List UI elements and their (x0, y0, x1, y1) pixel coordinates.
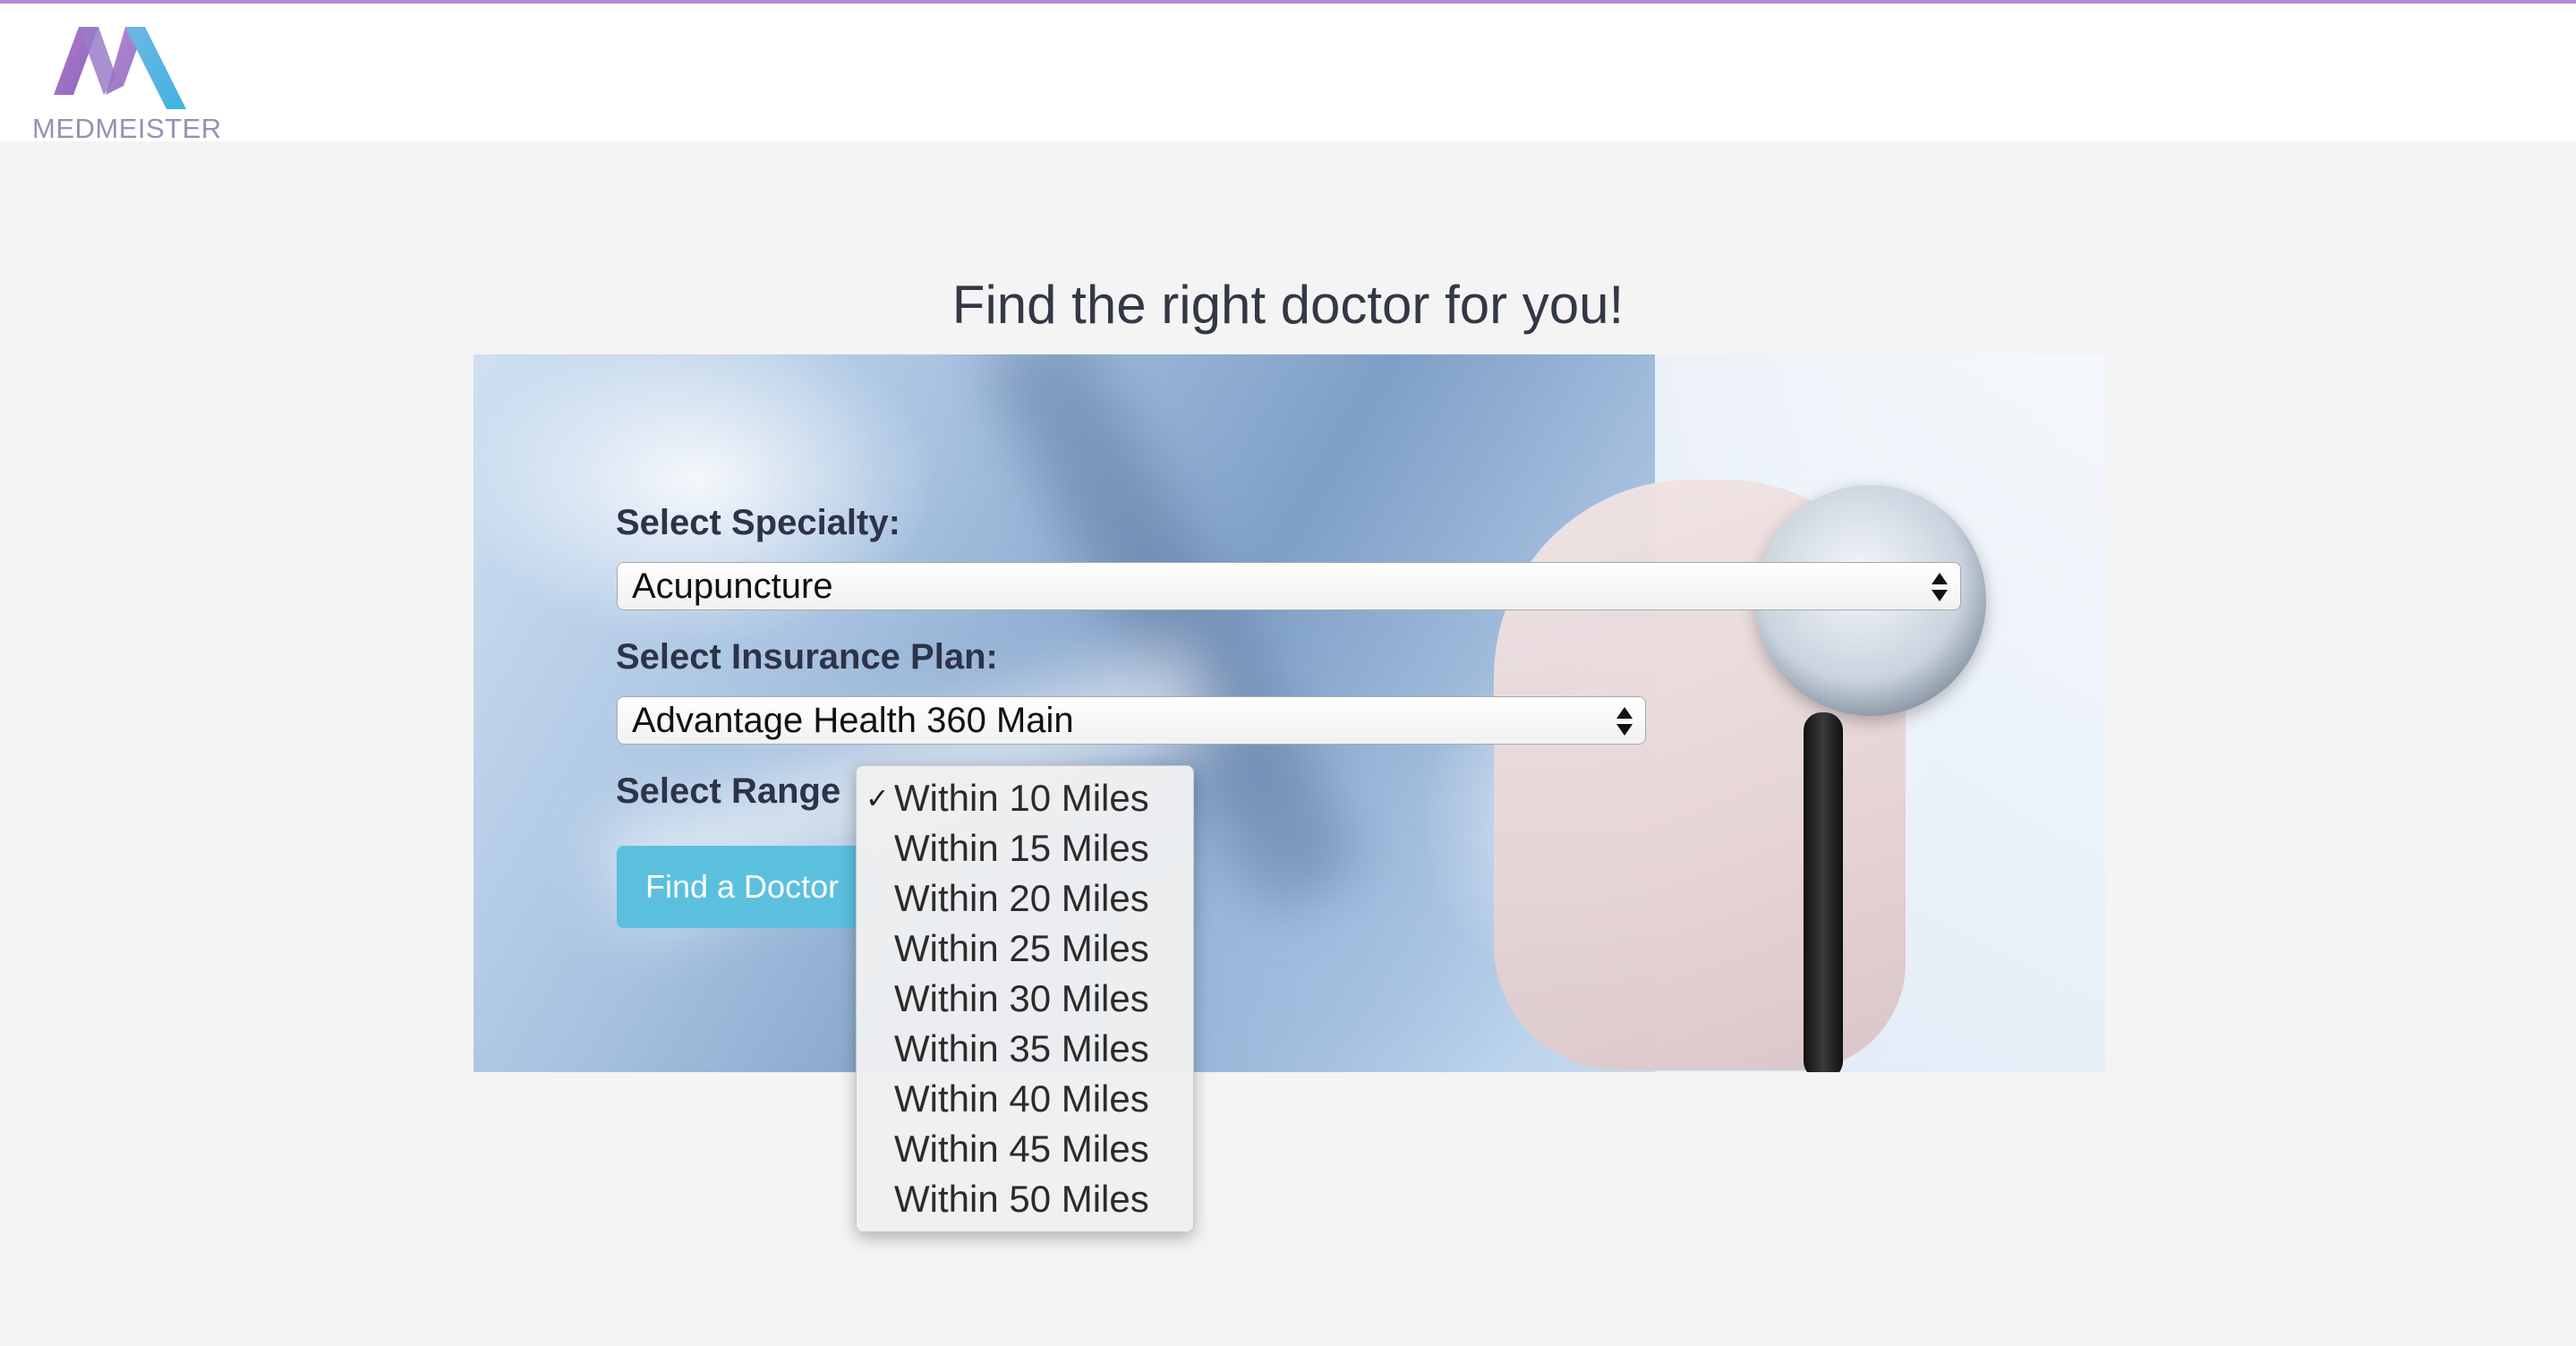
checkmark-icon: ✓ (866, 782, 890, 814)
range-option[interactable]: Within 20 Miles (857, 873, 1193, 924)
range-dropdown-menu[interactable]: ✓ Within 10 Miles Within 15 Miles Within 20… (856, 765, 1194, 1232)
range-option-label: Within 25 Miles (894, 927, 1149, 969)
range-option[interactable]: Within 30 Miles (857, 974, 1193, 1024)
insurance-label: Select Insurance Plan: (616, 637, 998, 677)
top-header: MEDMEISTER (0, 0, 2576, 144)
select-arrows-icon (1932, 573, 1948, 601)
range-option[interactable]: Within 25 Miles (857, 924, 1193, 974)
find-doctor-button[interactable]: Find a Doctor (617, 846, 867, 928)
range-option[interactable]: Within 45 Miles (857, 1124, 1193, 1174)
range-option-label: Within 30 Miles (894, 977, 1149, 1019)
range-option[interactable]: Within 15 Miles (857, 823, 1193, 873)
range-option[interactable]: Within 50 Miles (857, 1174, 1193, 1224)
brand-name: MEDMEISTER (32, 113, 222, 144)
specialty-select[interactable]: Acupuncture (617, 562, 1961, 610)
range-option-label: Within 35 Miles (894, 1027, 1149, 1069)
stethoscope-tube (1804, 712, 1843, 1072)
range-option-label: Within 15 Miles (894, 827, 1149, 869)
insurance-select[interactable]: Advantage Health 360 Main (617, 696, 1646, 745)
range-option-label: Within 20 Miles (894, 877, 1149, 919)
range-option[interactable]: ✓ Within 10 Miles (857, 773, 1193, 823)
range-option-label: Within 50 Miles (894, 1178, 1149, 1220)
specialty-select-value: Acupuncture (632, 567, 833, 606)
specialty-label: Select Specialty: (616, 503, 900, 542)
range-option-label: Within 10 Miles (894, 777, 1149, 819)
range-label: Select Range (616, 771, 841, 811)
range-option-label: Within 45 Miles (894, 1128, 1149, 1170)
page-title: Find the right doctor for you! (951, 275, 1625, 335)
brand-logo[interactable]: MEDMEISTER (32, 23, 221, 145)
logo-m-icon (54, 27, 186, 109)
range-option[interactable]: Within 35 Miles (857, 1024, 1193, 1074)
select-arrows-icon (1616, 707, 1633, 736)
range-option-label: Within 40 Miles (894, 1078, 1149, 1120)
insurance-select-value: Advantage Health 360 Main (632, 701, 1074, 740)
range-option[interactable]: Within 40 Miles (857, 1074, 1193, 1124)
